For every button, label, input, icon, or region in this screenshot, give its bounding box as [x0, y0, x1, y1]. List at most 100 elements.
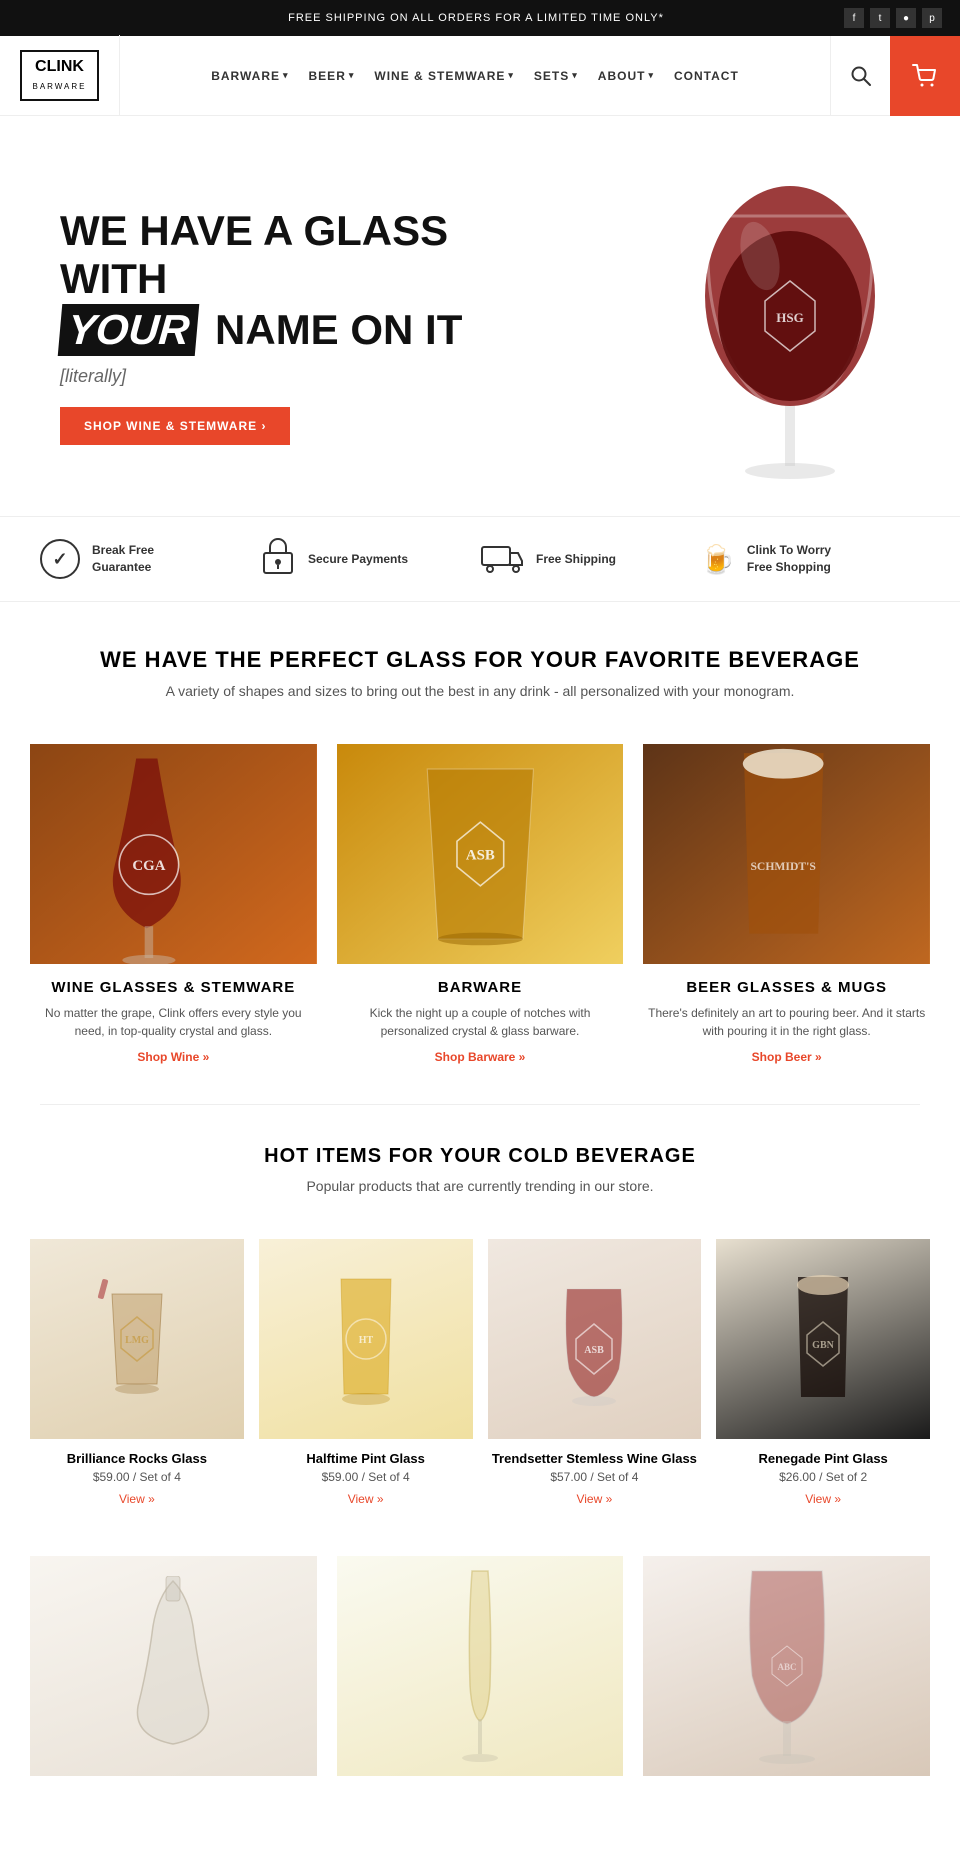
- search-button[interactable]: [830, 36, 890, 116]
- svg-text:ASB: ASB: [466, 847, 495, 863]
- chevron-down-icon: ▾: [508, 70, 514, 81]
- product-trendsetter-image: ASB: [488, 1239, 702, 1439]
- shipping-icon: [480, 541, 524, 578]
- top-banner: FREE SHIPPING ON ALL ORDERS FOR A LIMITE…: [0, 0, 960, 36]
- category-wine-image: CGA: [30, 744, 317, 964]
- product-brilliance-price: $59.00 / Set of 4: [30, 1470, 244, 1484]
- category-beer-link[interactable]: Shop Beer »: [643, 1050, 930, 1064]
- feature-clink-worry: 🍺 Clink To Worry Free Shopping: [700, 535, 920, 583]
- pinterest-icon[interactable]: p: [922, 8, 942, 28]
- chevron-down-icon: ▾: [283, 70, 289, 81]
- feature-break-free-title: Break Free: [92, 542, 154, 559]
- product-halftime-pint: HT Halftime Pint Glass $59.00 / Set of 4…: [259, 1239, 473, 1506]
- product-grid: LMG Brilliance Rocks Glass $59.00 / Set …: [0, 1229, 960, 1536]
- product-trendsetter-price: $57.00 / Set of 4: [488, 1470, 702, 1484]
- category-beer: SCHMIDT'S BEER GLASSES & MUGS There's de…: [643, 744, 930, 1064]
- svg-text:LMG: LMG: [125, 1335, 149, 1346]
- facebook-icon[interactable]: f: [844, 8, 864, 28]
- bottom-decanter: [30, 1556, 317, 1776]
- logo-area: CLINK BARWARE: [0, 35, 120, 116]
- nav-about[interactable]: ABOUT ▾: [598, 69, 654, 83]
- product-halftime-image: HT: [259, 1239, 473, 1439]
- checkmark-icon: ✓: [40, 539, 80, 579]
- hero-name-on-it: NAME ON IT: [215, 306, 462, 353]
- product-renegade-image: GBN: [716, 1239, 930, 1439]
- bottom-champagne-image: [337, 1556, 624, 1776]
- twitter-icon[interactable]: t: [870, 8, 890, 28]
- product-halftime-price: $59.00 / Set of 4: [259, 1470, 473, 1484]
- feature-secure-title: Secure Payments: [308, 551, 408, 568]
- svg-text:GBN: GBN: [812, 1340, 834, 1351]
- category-barware: ASB BARWARE Kick the night up a couple o…: [337, 744, 624, 1064]
- category-wine: CGA WINE GLASSES & STEMWARE No matter th…: [30, 744, 317, 1064]
- svg-text:ASB: ASB: [585, 1345, 605, 1356]
- chevron-down-icon: ▾: [648, 70, 654, 81]
- hero-image: HSG: [480, 156, 900, 496]
- product-halftime-name: Halftime Pint Glass: [259, 1451, 473, 1466]
- logo[interactable]: CLINK BARWARE: [20, 50, 98, 101]
- feature-clink-sub: Free Shopping: [747, 559, 831, 576]
- product-renegade-price: $26.00 / Set of 2: [716, 1470, 930, 1484]
- beer-mug-icon: 🍺: [700, 543, 735, 576]
- bottom-wine: ABC: [643, 1556, 930, 1776]
- chevron-down-icon: ▾: [349, 70, 355, 81]
- category-wine-link[interactable]: Shop Wine »: [30, 1050, 317, 1064]
- hero-text: WE HAVE A GLASS WITH YOUR NAME ON IT [li…: [60, 207, 480, 445]
- category-grid: CGA WINE GLASSES & STEMWARE No matter th…: [0, 744, 960, 1094]
- nav-contact[interactable]: CONTACT: [674, 69, 739, 83]
- svg-text:ABC: ABC: [777, 1662, 796, 1672]
- product-halftime-link[interactable]: View »: [259, 1492, 473, 1506]
- category-barware-link[interactable]: Shop Barware »: [337, 1050, 624, 1064]
- bottom-decanter-image: [30, 1556, 317, 1776]
- hero-shop-button[interactable]: SHOP WINE & STEMWARE ›: [60, 407, 290, 445]
- product-brilliance-name: Brilliance Rocks Glass: [30, 1451, 244, 1466]
- cart-button[interactable]: [890, 36, 960, 116]
- hero-literally: [literally]: [60, 366, 480, 387]
- product-renegade-pint: GBN Renegade Pint Glass $26.00 / Set of …: [716, 1239, 930, 1506]
- nav-barware[interactable]: BARWARE ▾: [211, 69, 288, 83]
- feature-clink-title: Clink To Worry: [747, 542, 831, 559]
- category-section-sub: A variety of shapes and sizes to bring o…: [40, 683, 920, 699]
- bottom-row: ABC: [0, 1536, 960, 1816]
- category-wine-name: WINE GLASSES & STEMWARE: [30, 979, 317, 996]
- category-beer-name: BEER GLASSES & MUGS: [643, 979, 930, 996]
- header: CLINK BARWARE BARWARE ▾ BEER ▾ WINE & ST…: [0, 36, 960, 116]
- product-trendsetter-link[interactable]: View »: [488, 1492, 702, 1506]
- category-beer-desc: There's definitely an art to pouring bee…: [643, 1004, 930, 1040]
- banner-text: FREE SHIPPING ON ALL ORDERS FOR A LIMITE…: [108, 12, 844, 24]
- search-icon: [850, 65, 872, 87]
- hero-your-word: YOUR: [58, 304, 200, 356]
- product-trendsetter-name: Trendsetter Stemless Wine Glass: [488, 1451, 702, 1466]
- product-brilliance-rocks: LMG Brilliance Rocks Glass $59.00 / Set …: [30, 1239, 244, 1506]
- nav-wine-stemware[interactable]: WINE & STEMWARE ▾: [374, 69, 514, 83]
- product-brilliance-link[interactable]: View »: [30, 1492, 244, 1506]
- hot-items-sub: Popular products that are currently tren…: [40, 1178, 920, 1194]
- bottom-wine-image: ABC: [643, 1556, 930, 1776]
- hot-items-header: HOT ITEMS FOR YOUR COLD BEVERAGE Popular…: [0, 1105, 960, 1199]
- svg-text:HSG: HSG: [776, 310, 803, 325]
- main-nav: BARWARE ▾ BEER ▾ WINE & STEMWARE ▾ SETS …: [120, 69, 830, 83]
- product-trendsetter: ASB Trendsetter Stemless Wine Glass $57.…: [488, 1239, 702, 1506]
- category-beer-image: SCHMIDT'S: [643, 744, 930, 964]
- feature-break-free-sub: Guarantee: [92, 559, 154, 576]
- product-renegade-link[interactable]: View »: [716, 1492, 930, 1506]
- social-icons: f t ● p: [844, 8, 942, 28]
- product-brilliance-image: LMG: [30, 1239, 244, 1439]
- category-wine-desc: No matter the grape, Clink offers every …: [30, 1004, 317, 1040]
- feature-free-shipping: Free Shipping: [480, 535, 700, 583]
- svg-text:CGA: CGA: [132, 858, 165, 874]
- nav-beer[interactable]: BEER ▾: [309, 69, 355, 83]
- category-barware-desc: Kick the night up a couple of notches wi…: [337, 1004, 624, 1040]
- category-section-title: WE HAVE THE PERFECT GLASS FOR YOUR FAVOR…: [40, 647, 920, 673]
- nav-sets[interactable]: SETS ▾: [534, 69, 578, 83]
- hero-wine-glass-svg: HSG: [680, 156, 900, 496]
- feature-shipping-title: Free Shipping: [536, 551, 616, 568]
- hot-items-title: HOT ITEMS FOR YOUR COLD BEVERAGE: [40, 1145, 920, 1168]
- svg-text:SCHMIDT'S: SCHMIDT'S: [751, 860, 816, 873]
- cart-icon: [912, 64, 938, 88]
- logo-text: CLINK: [35, 58, 84, 75]
- category-barware-name: BARWARE: [337, 979, 624, 996]
- instagram-icon[interactable]: ●: [896, 8, 916, 28]
- hero-section: WE HAVE A GLASS WITH YOUR NAME ON IT [li…: [0, 116, 960, 516]
- category-barware-image: ASB: [337, 744, 624, 964]
